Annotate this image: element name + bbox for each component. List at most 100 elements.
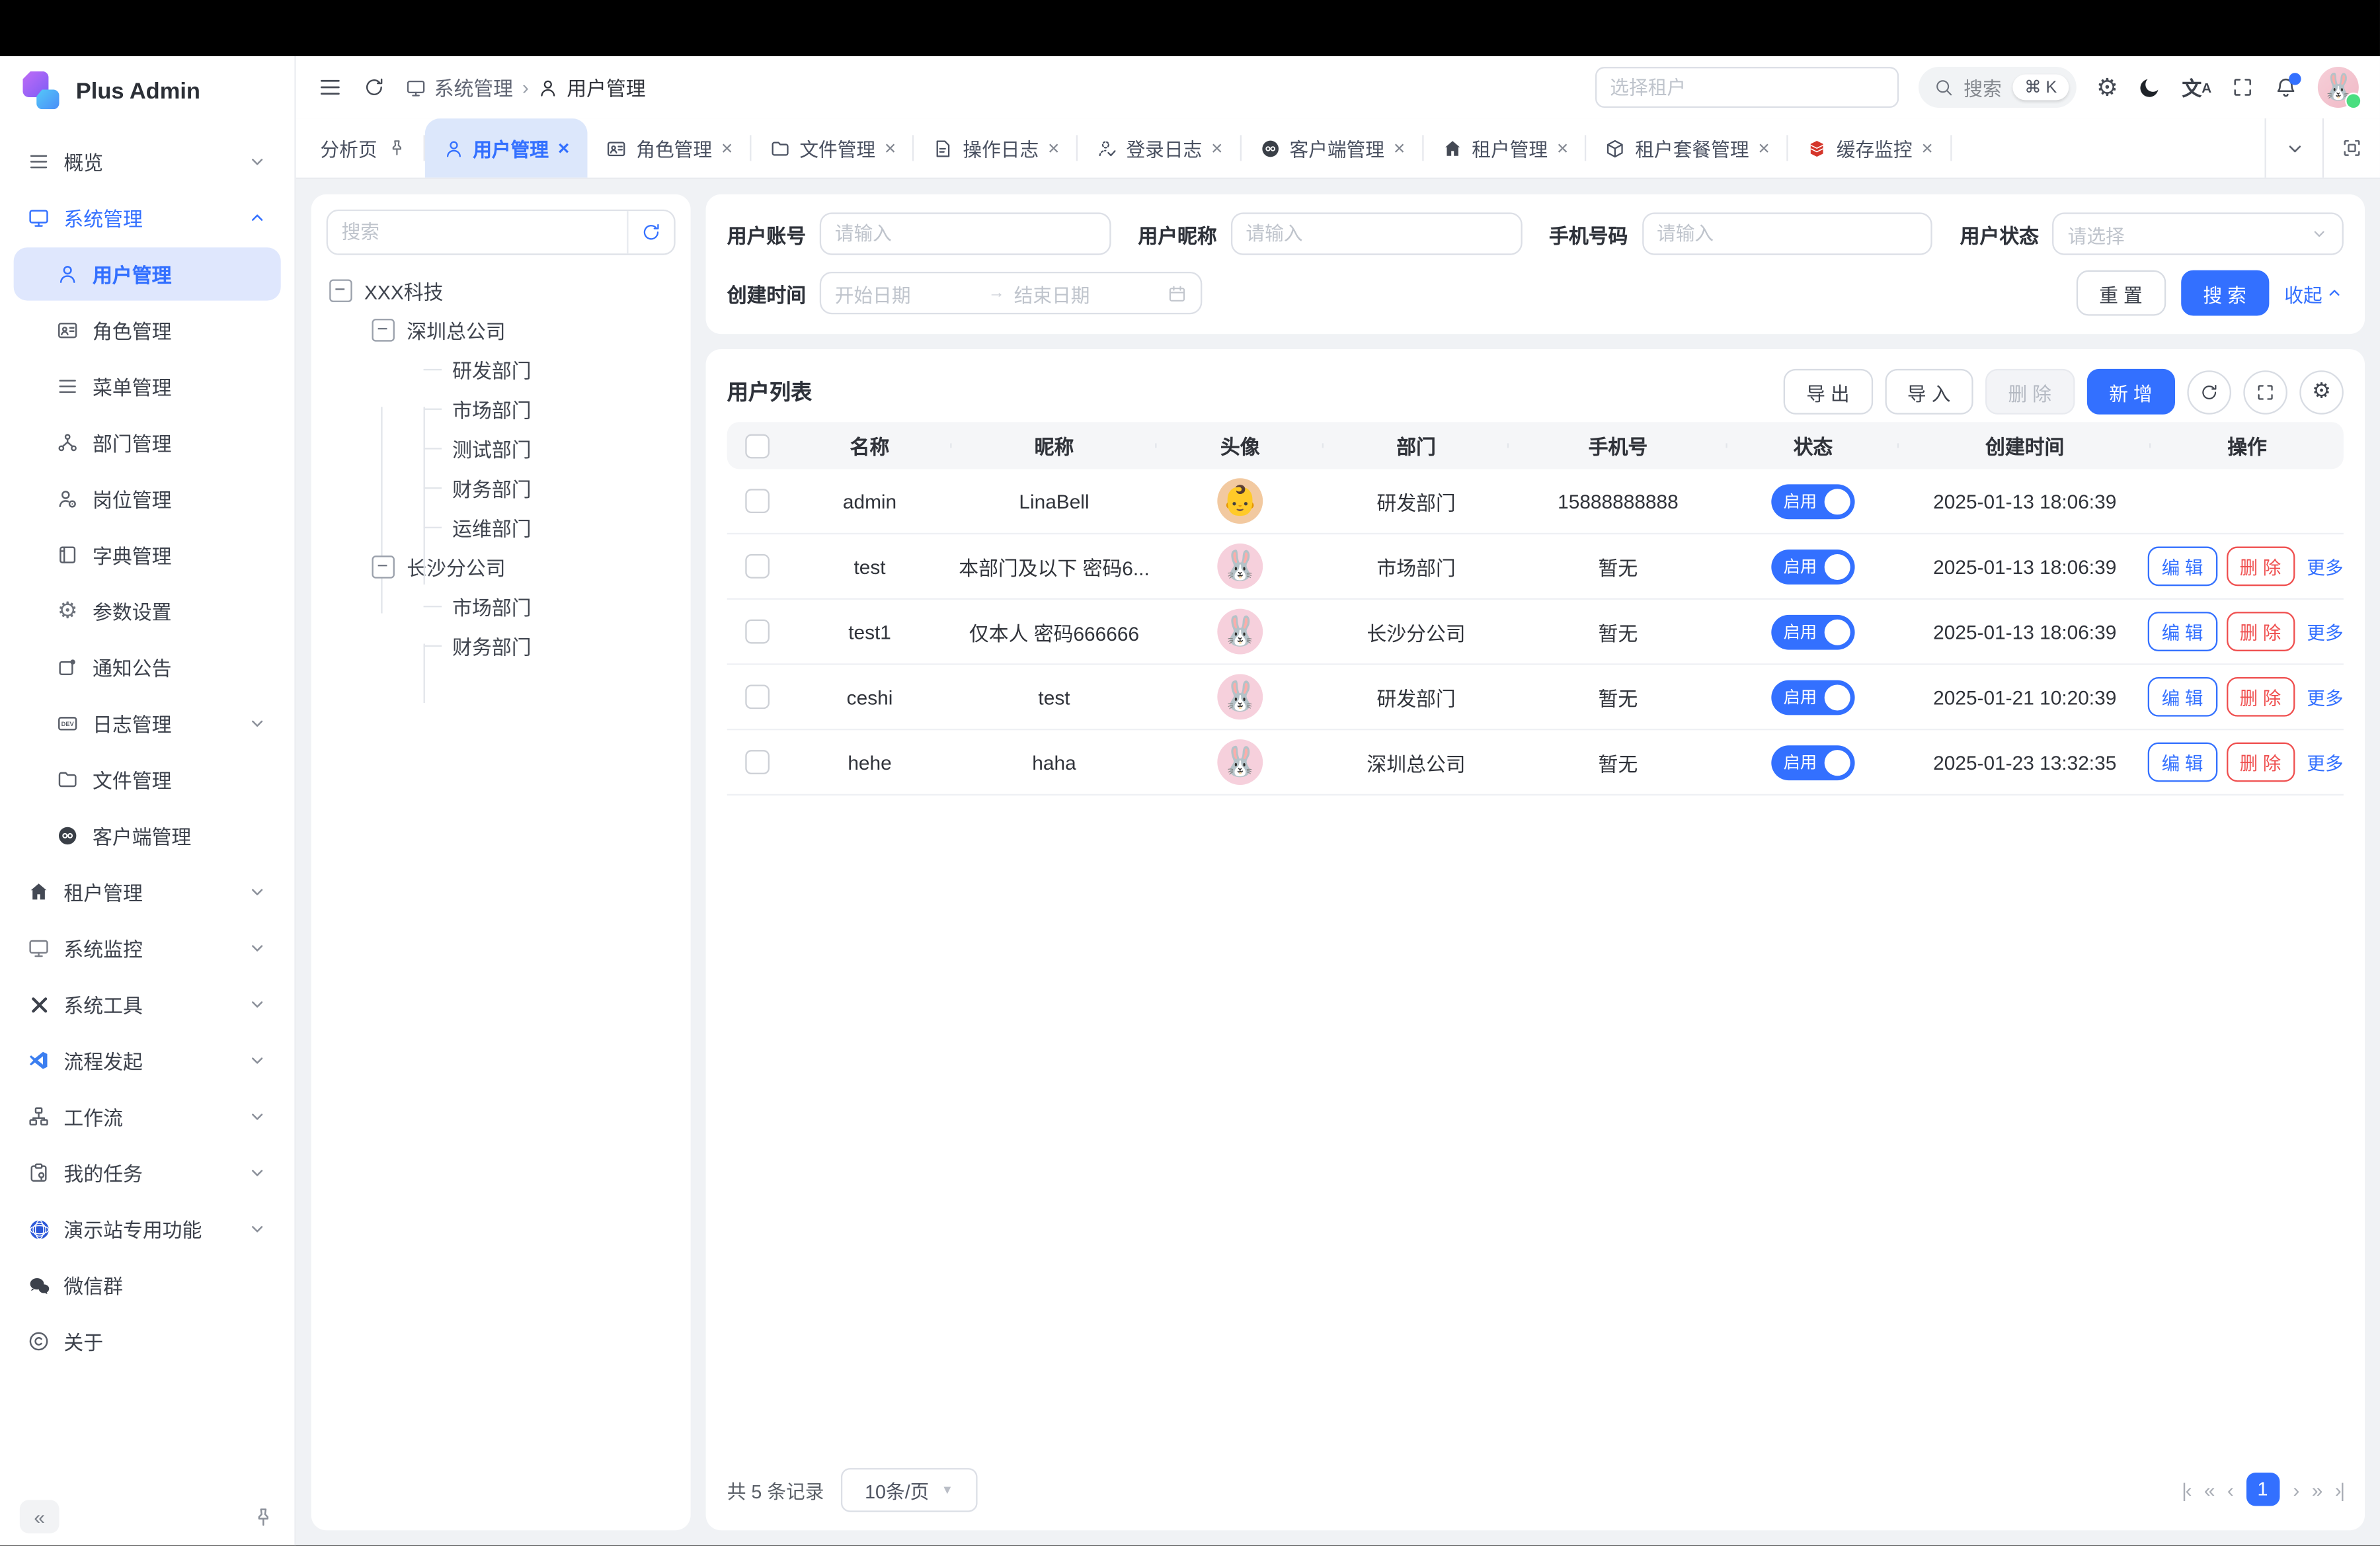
row-checkbox[interactable] <box>745 620 770 644</box>
next-page-button[interactable]: › <box>2293 1479 2298 1501</box>
prev-group-button[interactable]: « <box>2204 1479 2213 1501</box>
content-fullscreen-button[interactable] <box>2322 118 2380 178</box>
tab-operation-log[interactable]: 操作日志× <box>914 118 1078 178</box>
close-icon[interactable]: × <box>721 138 733 158</box>
avatar[interactable]: 👶 <box>1217 478 1263 524</box>
sidebar-item-about[interactable]: 关于 <box>14 1315 281 1367</box>
sidebar-item-notice[interactable]: 通知公告 <box>14 641 281 694</box>
close-icon[interactable]: × <box>1557 138 1568 158</box>
tree-node-ops-dept[interactable]: 运维部门 <box>327 507 676 547</box>
sidebar-item-wechat-group[interactable]: 微信群 <box>14 1258 281 1311</box>
edit-button[interactable]: 编 辑 <box>2148 547 2217 587</box>
row-checkbox[interactable] <box>745 554 770 579</box>
sidebar-item-workflow[interactable]: 工作流 <box>14 1090 281 1143</box>
status-toggle[interactable]: 启用 <box>1771 679 1854 714</box>
sidebar-item-process-start[interactable]: 流程发起 <box>14 1034 281 1087</box>
tab-cache-monitor[interactable]: 缓存监控× <box>1788 118 1951 178</box>
sidebar-item-system-tools[interactable]: 系统工具 <box>14 978 281 1031</box>
collapse-minus-icon[interactable] <box>372 318 394 341</box>
sidebar-item-system-monitor[interactable]: 系统监控 <box>14 922 281 975</box>
close-icon[interactable]: × <box>1211 138 1222 158</box>
status-toggle[interactable]: 启用 <box>1771 483 1854 518</box>
next-group-button[interactable]: » <box>2312 1479 2321 1501</box>
translate-icon[interactable]: 文A <box>2182 73 2211 102</box>
sidebar-item-menu-management[interactable]: 菜单管理 <box>14 360 281 413</box>
fullscreen-icon[interactable] <box>2231 76 2254 99</box>
sidebar-item-client-management[interactable]: 客户端管理 <box>14 809 281 862</box>
tree-node-finance-dept2[interactable]: 财务部门 <box>327 626 676 665</box>
table-refresh-button[interactable] <box>2187 370 2231 414</box>
tab-client-management[interactable]: 客户端管理× <box>1241 118 1423 178</box>
search-button[interactable]: 搜 索 <box>2180 270 2269 316</box>
notifications-bell-icon[interactable] <box>2274 75 2298 100</box>
dark-mode-moon-icon[interactable] <box>2138 75 2162 100</box>
sidebar-item-dept-management[interactable]: 部门管理 <box>14 416 281 469</box>
breadcrumb-user-management[interactable]: 用户管理 <box>538 73 646 102</box>
export-button[interactable]: 导 出 <box>1784 369 1872 415</box>
current-page-button[interactable]: 1 <box>2246 1473 2280 1507</box>
user-status-select[interactable]: 请选择 <box>2053 212 2344 255</box>
last-page-button[interactable]: ›| <box>2335 1479 2344 1501</box>
avatar[interactable]: 🐰 <box>1217 674 1263 719</box>
user-account-input[interactable] <box>820 212 1111 255</box>
tab-tenant-package-management[interactable]: 租户套餐管理× <box>1587 118 1788 178</box>
page-size-select[interactable]: 10条/页 ▼ <box>841 1468 978 1512</box>
tab-login-log[interactable]: 登录日志× <box>1078 118 1241 178</box>
tree-search-input[interactable] <box>328 222 627 243</box>
pin-icon[interactable] <box>252 1506 274 1528</box>
sidebar-item-param-settings[interactable]: ⚙参数设置 <box>14 585 281 637</box>
sidebar-item-demo-features[interactable]: 演示站专用功能 <box>14 1202 281 1255</box>
tree-node-test-dept[interactable]: 测试部门 <box>327 428 676 468</box>
tab-role-management[interactable]: 角色管理× <box>588 118 751 178</box>
status-toggle[interactable]: 启用 <box>1771 745 1854 780</box>
delete-row-button[interactable]: 删 除 <box>2226 743 2295 782</box>
more-button[interactable]: 更多 <box>2304 678 2346 715</box>
status-toggle[interactable]: 启用 <box>1771 614 1854 649</box>
first-page-button[interactable]: |‹ <box>2182 1479 2190 1501</box>
collapse-filters-link[interactable]: 收起 <box>2284 278 2344 307</box>
reset-button[interactable]: 重 置 <box>2077 270 2165 316</box>
delete-row-button[interactable]: 删 除 <box>2226 547 2295 587</box>
tree-node-market-dept2[interactable]: 市场部门 <box>327 586 676 626</box>
sidebar-item-role-management[interactable]: 角色管理 <box>14 304 281 356</box>
phone-number-input[interactable] <box>1642 212 1932 255</box>
tree-node-rd-dept[interactable]: 研发部门 <box>327 349 676 389</box>
tab-tenant-management[interactable]: 租户管理× <box>1423 118 1587 178</box>
close-icon[interactable]: × <box>558 138 569 158</box>
delete-button[interactable]: 删 除 <box>1985 369 2074 415</box>
edit-button[interactable]: 编 辑 <box>2148 612 2217 651</box>
close-icon[interactable]: × <box>1394 138 1405 158</box>
add-button[interactable]: 新 增 <box>2086 369 2175 415</box>
sidebar-item-tenant-management[interactable]: 租户管理 <box>14 866 281 918</box>
sidebar-item-my-tasks[interactable]: 我的任务 <box>14 1146 281 1199</box>
avatar[interactable]: 🐰 <box>1217 609 1263 655</box>
settings-gear-icon[interactable]: ⚙ <box>2096 73 2118 102</box>
collapse-minus-icon[interactable] <box>329 278 352 301</box>
close-icon[interactable]: × <box>1758 138 1769 158</box>
date-range-picker[interactable]: 开始日期 → 结束日期 <box>820 272 1203 314</box>
tab-file-management[interactable]: 文件管理× <box>751 118 914 178</box>
sidebar-item-file-management[interactable]: 文件管理 <box>14 753 281 806</box>
avatar[interactable]: 🐰 <box>1217 739 1263 785</box>
more-button[interactable]: 更多 <box>2304 614 2346 650</box>
import-button[interactable]: 导 入 <box>1884 369 1973 415</box>
more-button[interactable]: 更多 <box>2304 548 2346 585</box>
tree-refresh-button[interactable] <box>629 222 674 243</box>
tab-user-management[interactable]: 用户管理× <box>424 118 588 178</box>
row-checkbox[interactable] <box>745 750 770 774</box>
tree-node-changsha-branch[interactable]: 长沙分公司 <box>327 547 676 587</box>
sidebar-item-system-management[interactable]: 系统管理 <box>14 191 281 244</box>
close-icon[interactable]: × <box>1921 138 1932 158</box>
row-checkbox[interactable] <box>745 489 770 513</box>
status-toggle[interactable]: 启用 <box>1771 549 1854 584</box>
sidebar-item-dict-management[interactable]: 字典管理 <box>14 528 281 581</box>
prev-page-button[interactable]: ‹ <box>2227 1479 2233 1501</box>
table-fullscreen-button[interactable] <box>2243 370 2287 414</box>
sidebar-collapse-button[interactable]: « <box>20 1500 60 1534</box>
tree-node-company[interactable]: XXX科技 <box>327 270 676 310</box>
sidebar-item-overview[interactable]: 概览 <box>14 135 281 188</box>
breadcrumb-system-management[interactable]: 系统管理 <box>405 73 513 102</box>
hamburger-icon[interactable] <box>317 74 343 100</box>
edit-button[interactable]: 编 辑 <box>2148 743 2217 782</box>
more-button[interactable]: 更多 <box>2304 744 2346 780</box>
